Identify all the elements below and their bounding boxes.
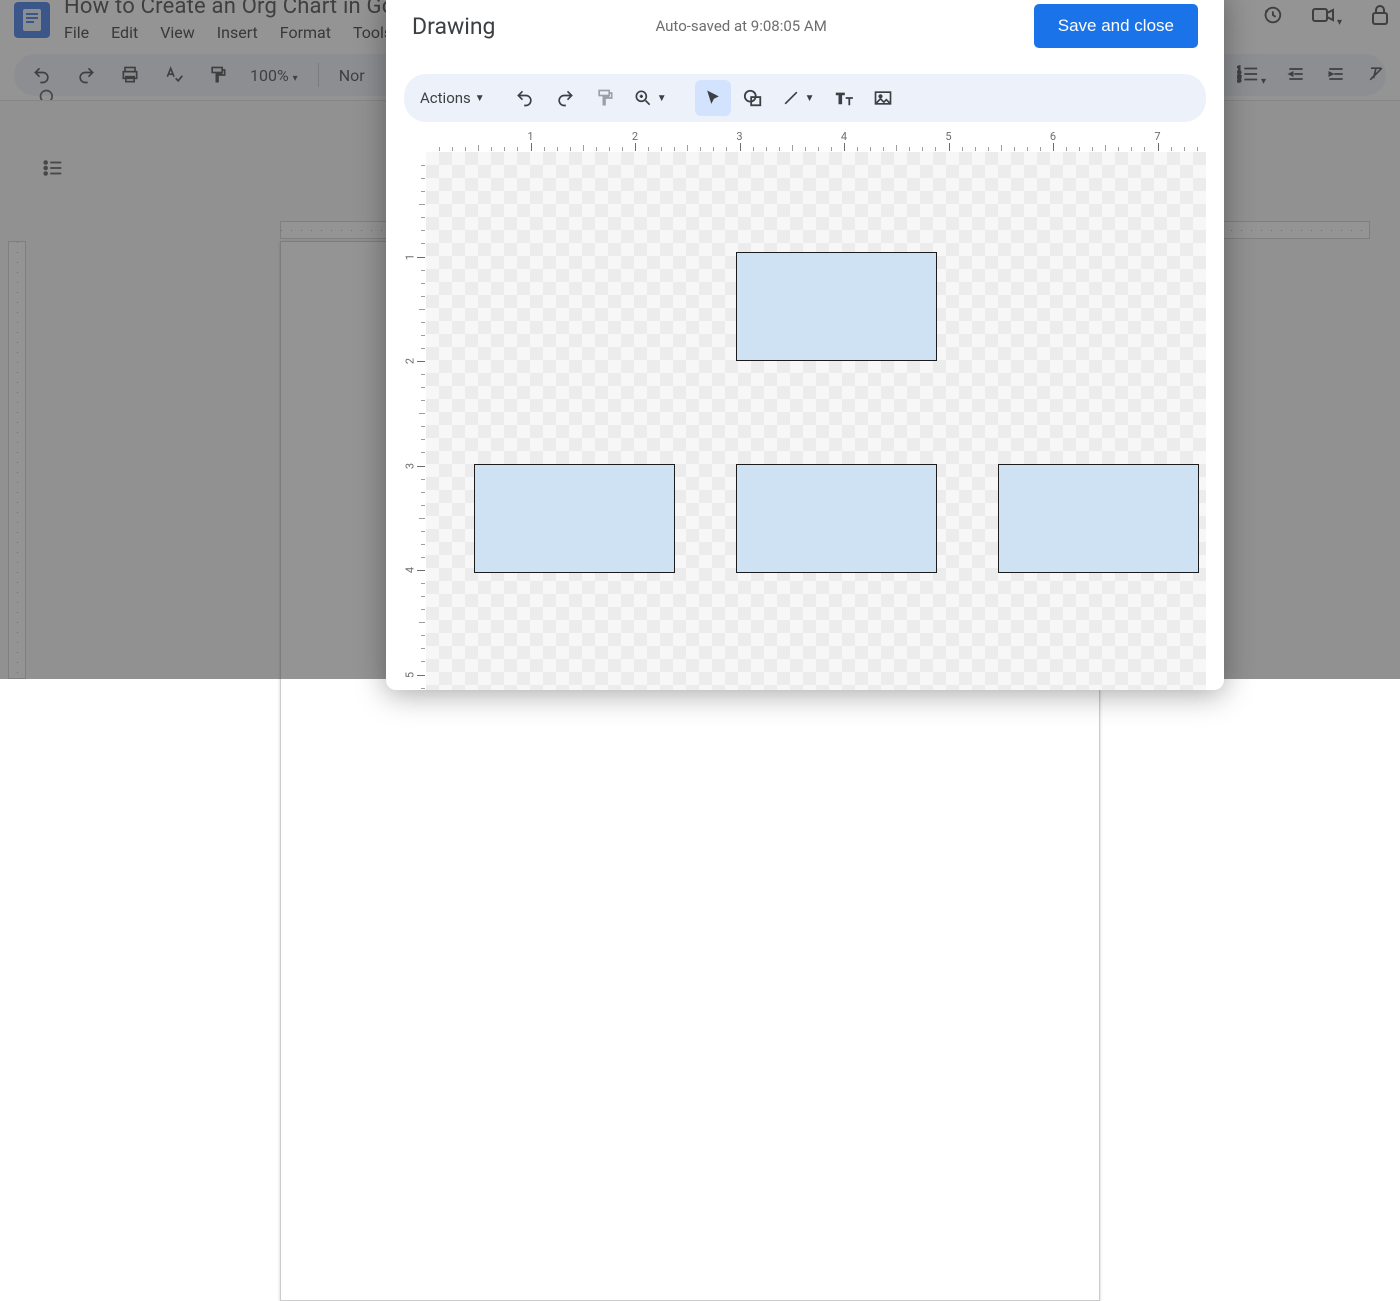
caret-down-icon: ▼ (805, 93, 815, 104)
dialog-header: Drawing Auto-saved at 9:08:05 AM Save an… (386, 0, 1224, 58)
drawing-dialog: Drawing Auto-saved at 9:08:05 AM Save an… (386, 0, 1224, 690)
actions-menu-button[interactable]: Actions ▼ (414, 80, 491, 116)
shape-tool-button[interactable] (735, 80, 771, 116)
save-and-close-button[interactable]: Save and close (1034, 4, 1198, 48)
drawing-canvas[interactable] (426, 152, 1206, 690)
rectangle-shape[interactable] (736, 252, 937, 361)
line-tool-button[interactable]: ▼ (775, 80, 821, 116)
drawing-h-ruler: 1 2 3 4 5 6 7 (426, 130, 1206, 152)
ruler-label: 2 (404, 358, 417, 364)
image-tool-button[interactable] (865, 80, 901, 116)
textbox-tool-button[interactable] (825, 80, 861, 116)
ruler-label: 5 (945, 130, 951, 143)
redo-button[interactable] (547, 80, 583, 116)
dialog-title: Drawing (412, 13, 495, 40)
ruler-label: 4 (841, 130, 847, 143)
actions-label: Actions (420, 89, 471, 107)
ruler-label: 1 (404, 253, 417, 259)
undo-button[interactable] (507, 80, 543, 116)
format-paint-button[interactable] (587, 80, 623, 116)
autosave-status: Auto-saved at 9:08:05 AM (495, 17, 1033, 35)
caret-down-icon: ▼ (475, 93, 485, 104)
caret-down-icon: ▼ (657, 93, 667, 104)
zoom-button[interactable]: ▼ (627, 80, 673, 116)
rectangle-shape[interactable] (998, 464, 1199, 573)
ruler-label: 1 (527, 130, 533, 143)
ruler-label: 3 (404, 462, 417, 468)
ruler-label: 6 (1050, 130, 1056, 143)
rectangle-shape[interactable] (736, 464, 937, 573)
drawing-canvas-area: 1 2 3 4 5 6 7 1 2 3 4 5 (404, 130, 1206, 690)
ruler-label: 3 (736, 130, 742, 143)
rectangle-shape[interactable] (474, 464, 675, 573)
ruler-label: 7 (1154, 130, 1160, 143)
ruler-label: 2 (632, 130, 638, 143)
drawing-toolbar: Actions ▼ ▼ ▼ (404, 74, 1206, 122)
select-tool-button[interactable] (695, 80, 731, 116)
ruler-label: 5 (404, 671, 417, 677)
drawing-v-ruler: 1 2 3 4 5 (404, 152, 426, 690)
ruler-label: 4 (404, 567, 417, 573)
